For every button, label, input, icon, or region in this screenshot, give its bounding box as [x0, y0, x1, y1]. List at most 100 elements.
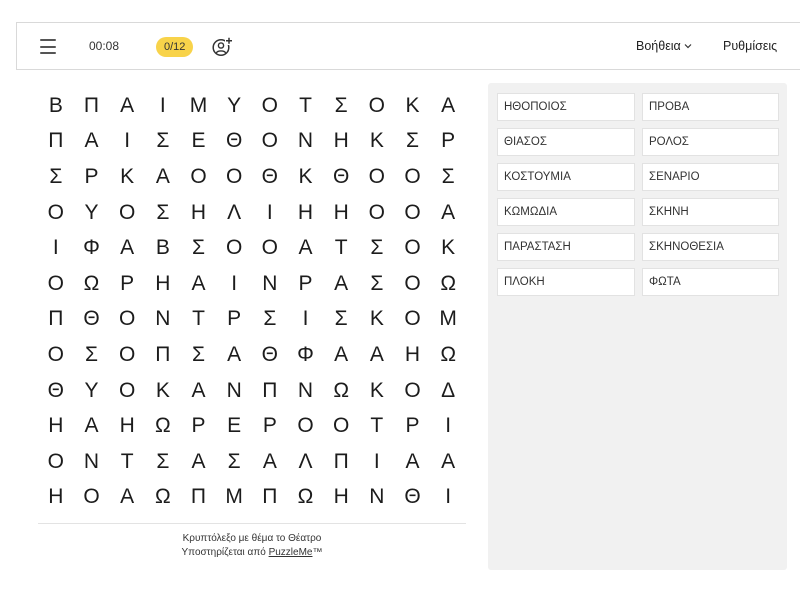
- grid-cell[interactable]: Σ: [395, 124, 431, 160]
- grid-cell[interactable]: Ο: [252, 230, 288, 266]
- grid-cell[interactable]: Ν: [216, 373, 252, 409]
- grid-cell[interactable]: Ο: [109, 373, 145, 409]
- grid-cell[interactable]: Μ: [430, 302, 466, 338]
- grid-cell[interactable]: Ν: [145, 302, 181, 338]
- grid-cell[interactable]: Ι: [288, 302, 324, 338]
- grid-cell[interactable]: Β: [38, 88, 74, 124]
- grid-cell[interactable]: Π: [74, 88, 110, 124]
- grid-cell[interactable]: Α: [323, 337, 359, 373]
- grid-cell[interactable]: Ρ: [74, 159, 110, 195]
- grid-cell[interactable]: Ν: [359, 480, 395, 516]
- settings-button[interactable]: Ρυθμίσεις: [723, 39, 777, 53]
- grid-cell[interactable]: Ο: [38, 444, 74, 480]
- grid-cell[interactable]: Υ: [216, 88, 252, 124]
- grid-cell[interactable]: Κ: [359, 302, 395, 338]
- grid-cell[interactable]: Ω: [430, 266, 466, 302]
- grid-cell[interactable]: Π: [38, 124, 74, 160]
- grid-cell[interactable]: Α: [216, 337, 252, 373]
- grid-cell[interactable]: Α: [109, 480, 145, 516]
- grid-cell[interactable]: Α: [430, 195, 466, 231]
- grid-cell[interactable]: Κ: [359, 124, 395, 160]
- grid-cell[interactable]: Ο: [288, 408, 324, 444]
- grid-cell[interactable]: Α: [288, 230, 324, 266]
- grid-cell[interactable]: Η: [288, 195, 324, 231]
- grid-cell[interactable]: Η: [145, 266, 181, 302]
- grid-cell[interactable]: Ρ: [109, 266, 145, 302]
- grid-cell[interactable]: Ι: [216, 266, 252, 302]
- grid-cell[interactable]: Α: [74, 124, 110, 160]
- grid-cell[interactable]: Κ: [145, 373, 181, 409]
- grid-cell[interactable]: Τ: [359, 408, 395, 444]
- grid-cell[interactable]: Κ: [109, 159, 145, 195]
- grid-cell[interactable]: Ν: [288, 373, 324, 409]
- grid-cell[interactable]: Ο: [216, 230, 252, 266]
- grid-cell[interactable]: Θ: [74, 302, 110, 338]
- grid-cell[interactable]: Τ: [323, 230, 359, 266]
- grid-cell[interactable]: Λ: [216, 195, 252, 231]
- grid-cell[interactable]: Α: [430, 88, 466, 124]
- grid-cell[interactable]: Ρ: [288, 266, 324, 302]
- grid-cell[interactable]: Π: [145, 337, 181, 373]
- grid-cell[interactable]: Α: [145, 159, 181, 195]
- grid-cell[interactable]: Ο: [359, 195, 395, 231]
- grid-cell[interactable]: Ο: [252, 124, 288, 160]
- grid-cell[interactable]: Ρ: [181, 408, 217, 444]
- grid-cell[interactable]: Ο: [181, 159, 217, 195]
- grid-cell[interactable]: Ο: [74, 480, 110, 516]
- grid-cell[interactable]: Η: [395, 337, 431, 373]
- grid-cell[interactable]: Σ: [181, 337, 217, 373]
- grid-cell[interactable]: Υ: [74, 195, 110, 231]
- help-menu-button[interactable]: Βοήθεια: [636, 39, 692, 53]
- grid-cell[interactable]: Ι: [38, 230, 74, 266]
- grid-cell[interactable]: Ρ: [252, 408, 288, 444]
- grid-cell[interactable]: Θ: [252, 337, 288, 373]
- grid-cell[interactable]: Α: [181, 373, 217, 409]
- grid-cell[interactable]: Ο: [395, 266, 431, 302]
- grid-cell[interactable]: Μ: [216, 480, 252, 516]
- grid-cell[interactable]: Ο: [216, 159, 252, 195]
- grid-cell[interactable]: Ω: [74, 266, 110, 302]
- grid-cell[interactable]: Υ: [74, 373, 110, 409]
- grid-cell[interactable]: Α: [74, 408, 110, 444]
- grid-cell[interactable]: Ρ: [430, 124, 466, 160]
- grid-cell[interactable]: Κ: [359, 373, 395, 409]
- grid-cell[interactable]: Μ: [181, 88, 217, 124]
- grid-cell[interactable]: Ν: [288, 124, 324, 160]
- grid-cell[interactable]: Ρ: [216, 302, 252, 338]
- grid-cell[interactable]: Σ: [252, 302, 288, 338]
- grid-cell[interactable]: Α: [430, 444, 466, 480]
- grid-cell[interactable]: Φ: [288, 337, 324, 373]
- grid-cell[interactable]: Α: [252, 444, 288, 480]
- grid-cell[interactable]: Ω: [323, 373, 359, 409]
- grid-cell[interactable]: Θ: [395, 480, 431, 516]
- grid-cell[interactable]: Ο: [109, 337, 145, 373]
- grid-cell[interactable]: Ι: [430, 480, 466, 516]
- grid-cell[interactable]: Α: [109, 88, 145, 124]
- grid-cell[interactable]: Η: [38, 480, 74, 516]
- grid-cell[interactable]: Σ: [430, 159, 466, 195]
- grid-cell[interactable]: Η: [181, 195, 217, 231]
- grid-cell[interactable]: Ι: [145, 88, 181, 124]
- grid-cell[interactable]: Λ: [288, 444, 324, 480]
- grid-cell[interactable]: Α: [395, 444, 431, 480]
- grid-cell[interactable]: Α: [181, 444, 217, 480]
- grid-cell[interactable]: Σ: [145, 195, 181, 231]
- grid-cell[interactable]: Δ: [430, 373, 466, 409]
- grid-cell[interactable]: Κ: [395, 88, 431, 124]
- grid-cell[interactable]: Φ: [74, 230, 110, 266]
- grid-cell[interactable]: Η: [38, 408, 74, 444]
- grid-cell[interactable]: Ω: [430, 337, 466, 373]
- grid-cell[interactable]: Σ: [359, 266, 395, 302]
- grid-cell[interactable]: Ρ: [395, 408, 431, 444]
- grid-cell[interactable]: Θ: [252, 159, 288, 195]
- grid-cell[interactable]: Σ: [74, 337, 110, 373]
- grid-cell[interactable]: Ι: [252, 195, 288, 231]
- word-search-grid[interactable]: ΒΠΑΙΜΥΟΤΣΟΚΑΠΑΙΣΕΘΟΝΗΚΣΡΣΡΚΑΟΟΘΚΘΟΟΣΟΥΟΣ…: [38, 88, 466, 515]
- grid-cell[interactable]: Σ: [38, 159, 74, 195]
- puzzleme-link[interactable]: PuzzleMe: [269, 547, 313, 558]
- grid-cell[interactable]: Ο: [395, 195, 431, 231]
- menu-icon[interactable]: [40, 39, 56, 54]
- grid-cell[interactable]: Σ: [216, 444, 252, 480]
- grid-cell[interactable]: Σ: [323, 302, 359, 338]
- grid-cell[interactable]: Ο: [38, 195, 74, 231]
